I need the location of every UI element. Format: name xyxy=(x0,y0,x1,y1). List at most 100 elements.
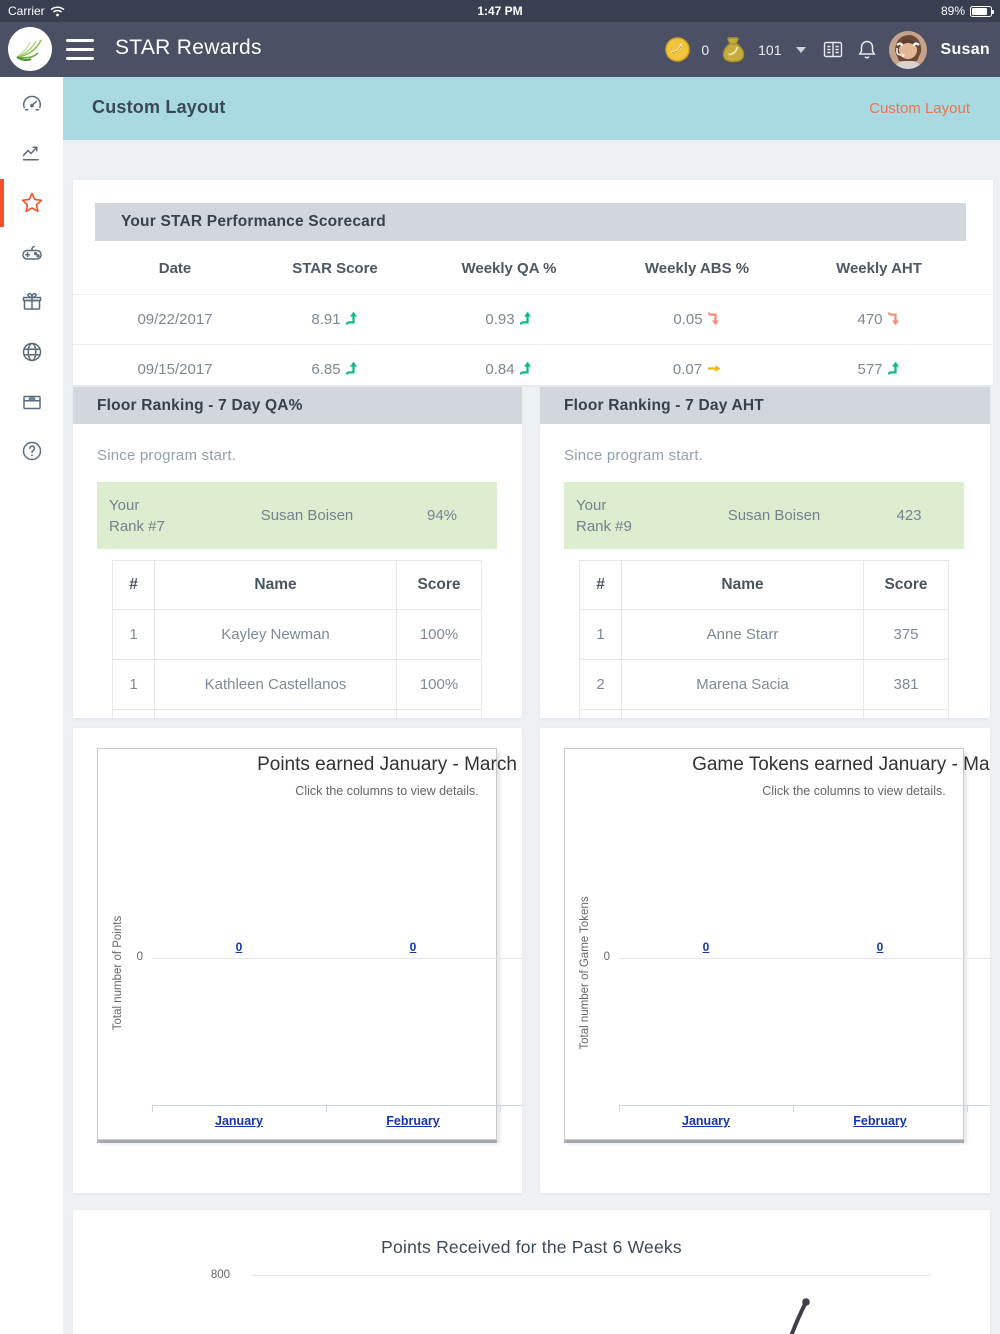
y-axis-tick: 0 xyxy=(603,951,610,963)
trend-up-icon xyxy=(519,311,531,325)
floor-ranking-qa-panel: Floor Ranking - 7 Day QA% Since program … xyxy=(73,387,522,718)
cell-name: Anne Starr xyxy=(622,610,864,660)
globe-icon xyxy=(22,342,41,362)
column-name: Name xyxy=(622,560,864,610)
cell-score: 100% xyxy=(397,660,482,710)
ranking-table: # Name Score 1 Kayley Newman 100% 1 Kath… xyxy=(112,560,482,718)
table-row: 2 Marena Sacia 381 xyxy=(579,660,949,710)
sidebar-item-global[interactable] xyxy=(0,328,63,376)
bell-icon[interactable] xyxy=(856,38,878,62)
sidebar-item-archive[interactable] xyxy=(0,378,63,426)
data-label-february[interactable]: 0 xyxy=(383,940,443,954)
table-row: 1 Kathleen Castellanos 100% xyxy=(112,660,482,710)
ranking-header-row: # Name Score xyxy=(112,560,482,610)
data-label-january[interactable]: 0 xyxy=(209,940,269,954)
table-row-clipped xyxy=(112,710,482,718)
trend-up-icon xyxy=(519,361,531,375)
table-row: 09/15/2017 6.85 0.84 0.07 577 xyxy=(73,345,993,385)
carrier-label: Carrier xyxy=(8,4,45,18)
scorecard-title: Your STAR Performance Scorecard xyxy=(95,203,966,241)
chevron-down-icon[interactable] xyxy=(796,46,807,53)
cell-weekly-aht: 577 xyxy=(857,361,883,378)
x-label-february[interactable]: February xyxy=(820,1114,940,1128)
trend-flat-icon xyxy=(707,365,721,372)
sidebar-item-gifts[interactable] xyxy=(0,278,63,326)
app-header: STAR Rewards 0 101 Susan xyxy=(0,22,1000,77)
panel-title: Floor Ranking - 7 Day AHT xyxy=(540,387,990,424)
panel-note: Since program start. xyxy=(564,447,704,464)
app-screen: Carrier 1:47 PM 89% STAR Rewards 0 101 S… xyxy=(0,0,1000,1334)
cell-weekly-qa: 0.84 xyxy=(485,361,515,378)
ledger-icon[interactable] xyxy=(821,38,845,62)
cell-rank: 1 xyxy=(579,610,622,660)
cell-date: 09/15/2017 xyxy=(137,361,213,378)
custom-layout-link[interactable]: Custom Layout xyxy=(869,100,970,117)
sidebar-item-help[interactable] xyxy=(0,427,63,475)
chart-title: Points earned January - March xyxy=(257,754,517,775)
app-logo xyxy=(8,27,52,71)
data-label-february[interactable]: 0 xyxy=(850,940,910,954)
points-chart-panel: Points earned January - March Click the … xyxy=(73,728,522,1193)
ios-status-bar: Carrier 1:47 PM 89% xyxy=(0,0,1000,22)
your-rank: Rank #9 xyxy=(576,517,632,535)
x-label-january[interactable]: January xyxy=(646,1114,766,1128)
avatar[interactable] xyxy=(889,30,928,69)
panel-note: Since program start. xyxy=(97,447,237,464)
your-score: 423 xyxy=(896,507,922,524)
cell-rank: 1 xyxy=(112,660,155,710)
your-rank-row: Your Rank #7 Susan Boisen 94% xyxy=(97,482,497,549)
trend-down-icon xyxy=(887,312,899,326)
battery-icon xyxy=(970,5,994,17)
cell-weekly-aht: 470 xyxy=(857,311,883,328)
coin-count: 0 xyxy=(701,41,710,58)
star-icon xyxy=(21,192,42,213)
cell-name: Kayley Newman xyxy=(155,610,397,660)
cell-score: 381 xyxy=(864,660,949,710)
app-title: STAR Rewards xyxy=(115,36,262,59)
ranking-header-row: # Name Score xyxy=(579,560,949,610)
x-label-january[interactable]: January xyxy=(179,1114,299,1128)
weeks-chart-panel: Points Received for the Past 6 Weeks 800 xyxy=(73,1210,990,1334)
your-rank: Rank #7 xyxy=(109,517,165,535)
tokens-chart-panel: Game Tokens earned January - March Click… xyxy=(540,728,990,1193)
cell-score: 375 xyxy=(864,610,949,660)
cell-star-score: 6.85 xyxy=(311,361,341,378)
trend-up-icon xyxy=(345,311,357,325)
clock-label: 1:47 PM xyxy=(477,4,523,18)
x-axis-line xyxy=(619,1105,990,1106)
trend-up-icon xyxy=(887,361,899,375)
menu-icon[interactable] xyxy=(66,39,94,60)
gauge-icon xyxy=(22,95,41,111)
data-label-january[interactable]: 0 xyxy=(676,940,736,954)
user-name[interactable]: Susan xyxy=(940,41,990,59)
panel-title: Floor Ranking - 7 Day QA% xyxy=(73,387,522,424)
y-axis-title: Total number of Points xyxy=(112,915,124,1031)
column-date: Date xyxy=(158,260,192,277)
sidebar-item-games[interactable] xyxy=(0,229,63,277)
money-bag-icon[interactable] xyxy=(720,35,747,64)
gamepad-icon xyxy=(21,245,42,260)
sidebar-item-rewards[interactable] xyxy=(0,179,63,227)
column-score: Score xyxy=(864,560,949,610)
table-row-clipped xyxy=(579,710,949,718)
line-series xyxy=(789,1298,810,1334)
sidebar-item-performance[interactable] xyxy=(0,129,63,177)
column-weekly-abs: Weekly ABS % xyxy=(644,260,750,277)
zero-gridline xyxy=(152,958,522,959)
your-label: Your xyxy=(576,496,607,514)
zero-gridline xyxy=(619,958,990,959)
column-score: Score xyxy=(397,560,482,610)
coin-icon[interactable] xyxy=(665,37,691,62)
cell-weekly-abs: 0.05 xyxy=(673,311,703,328)
cell-weekly-abs: 0.07 xyxy=(672,361,703,378)
column-rank: # xyxy=(112,560,155,610)
gift-icon xyxy=(22,292,41,310)
sidebar-item-dashboard[interactable] xyxy=(0,79,63,127)
cell-name: Marena Sacia xyxy=(622,660,864,710)
your-score: 94% xyxy=(426,507,458,524)
x-label-february[interactable]: February xyxy=(353,1114,473,1128)
cell-rank: 2 xyxy=(579,660,622,710)
y-axis-tick: 0 xyxy=(136,951,143,963)
cell-star-score: 8.91 xyxy=(311,311,341,328)
column-rank: # xyxy=(579,560,622,610)
